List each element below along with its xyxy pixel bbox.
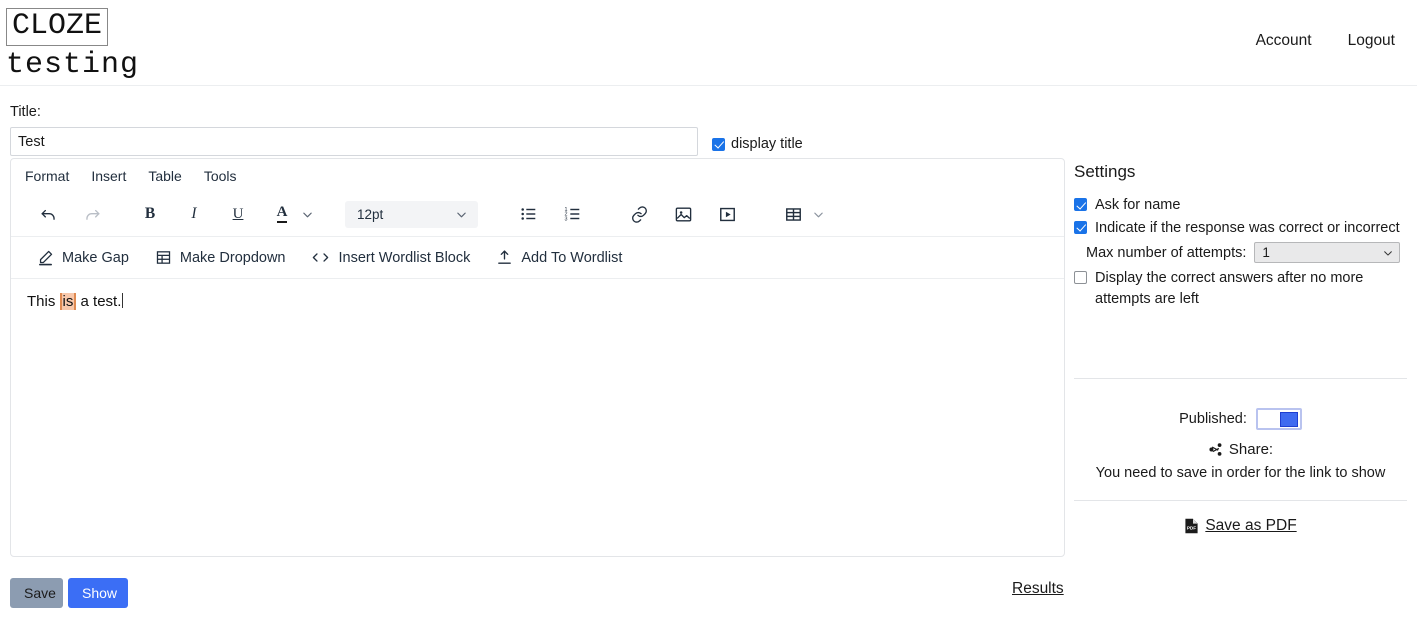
link-icon[interactable] [624,200,654,228]
results-link[interactable]: Results [1012,580,1064,598]
media-icon[interactable] [712,200,742,228]
display-answers-checkbox[interactable] [1074,271,1087,285]
menu-insert[interactable]: Insert [91,168,126,184]
published-toggle-knob [1279,411,1298,427]
save-button[interactable]: Save [10,578,63,608]
cloze-testing-editor-page: CLOZE testing Account Logout Title: disp… [0,0,1417,621]
image-icon[interactable] [668,200,698,228]
share-heading: Share: [1074,441,1407,458]
settings-panel: Settings Ask for name Indicate if the re… [1074,162,1407,311]
published-control: Published: [1074,408,1407,430]
editor-content-area[interactable]: This is a test. [11,279,1064,549]
editor-text-before: This [27,293,60,310]
upload-icon [496,249,513,266]
make-dropdown-button[interactable]: Make Dropdown [155,249,286,266]
app-header: CLOZE testing Account Logout [0,0,1417,86]
italic-label: I [191,205,197,222]
share-icon [1208,442,1223,457]
table-icon[interactable] [778,200,808,228]
redo-icon[interactable] [77,200,107,228]
show-button[interactable]: Show [68,578,128,608]
setting-indicate-correct[interactable]: Indicate if the response was correct or … [1074,218,1407,239]
save-as-pdf-label: Save as PDF [1205,517,1297,534]
display-title-checkbox[interactable] [712,137,725,151]
nav-logout-link[interactable]: Logout [1348,32,1395,50]
nav-account-link[interactable]: Account [1256,32,1312,50]
max-attempts-label: Max number of attempts: [1086,244,1247,261]
add-to-wordlist-button[interactable]: Add To Wordlist [496,249,622,266]
rich-text-editor-panel: Format Insert Table Tools B I U A 12pt 1… [10,158,1065,557]
italic-button[interactable]: I [179,200,209,228]
insert-wordlist-block-label: Insert Wordlist Block [338,249,471,266]
chevron-down-icon[interactable] [297,200,317,228]
editor-text-after: a test. [76,293,122,310]
settings-divider-top [1074,378,1407,379]
header-nav: Account Logout [1256,32,1395,50]
insert-wordlist-block-button[interactable]: Insert Wordlist Block [311,249,470,266]
make-gap-button[interactable]: Make Gap [37,249,129,266]
svg-text:3: 3 [564,216,567,222]
max-attempts-value: 1 [1262,245,1270,261]
app-logo[interactable]: CLOZE testing [6,8,139,80]
display-title-control[interactable]: display title [712,136,803,152]
add-to-wordlist-label: Add To Wordlist [521,249,623,266]
indicate-correct-checkbox[interactable] [1074,220,1087,234]
font-size-value: 12pt [357,206,384,222]
text-color-label: A [276,204,288,223]
max-attempts-select[interactable]: 1 [1254,242,1401,264]
pencil-underline-icon [37,249,54,266]
chevron-down-icon [1383,248,1393,258]
title-input[interactable] [10,127,698,156]
save-as-pdf-link[interactable]: PDF Save as PDF [1074,517,1407,535]
published-label: Published: [1179,411,1247,427]
setting-display-answers[interactable]: Display the correct answers after no mor… [1074,268,1407,309]
gap-token[interactable]: is [59,293,77,310]
underline-button[interactable]: U [223,200,253,228]
chevron-down-icon[interactable] [808,200,828,228]
make-dropdown-label: Make Dropdown [179,249,286,266]
undo-icon[interactable] [33,200,63,228]
published-toggle[interactable] [1255,408,1302,430]
settings-title: Settings [1074,162,1136,181]
numbered-list-icon[interactable]: 1 2 3 [558,200,588,228]
setting-max-attempts: Max number of attempts: 1 [1086,242,1407,264]
code-brackets-icon [311,249,330,266]
bold-label: B [144,205,156,222]
menu-format[interactable]: Format [25,168,69,184]
underline-label: U [232,205,244,222]
share-label: Share: [1228,441,1274,458]
menu-tools[interactable]: Tools [204,168,237,184]
editor-toolbar-primary: B I U A 12pt 1 2 3 [11,192,1064,237]
pdf-file-icon: PDF [1184,518,1199,534]
text-caret [122,293,124,308]
logo-cloze-text: CLOZE [6,8,109,46]
bullet-list-icon[interactable] [514,200,544,228]
bold-button[interactable]: B [135,200,165,228]
logo-testing-text: testing [6,48,140,82]
chevron-down-icon [456,209,467,220]
editor-toolbar-cloze: Make Gap Make Dropdown Insert Wordlist B… [11,237,1064,279]
share-note: You need to save in order for the link t… [1095,465,1386,481]
indicate-correct-label: Indicate if the response was correct or … [1095,219,1400,236]
display-answers-label: Display the correct answers after no mor… [1095,270,1364,307]
menu-table[interactable]: Table [148,168,181,184]
editor-menubar: Format Insert Table Tools [11,159,1064,192]
ask-for-name-checkbox[interactable] [1074,198,1087,211]
ask-for-name-label: Ask for name [1095,197,1181,213]
make-gap-label: Make Gap [62,249,129,266]
font-size-select[interactable]: 12pt [345,200,478,228]
title-label: Title: [10,104,41,120]
svg-text:PDF: PDF [1187,526,1196,531]
display-title-label: display title [731,136,803,152]
settings-divider-bottom [1074,500,1407,501]
dropdown-table-icon [155,249,172,266]
setting-ask-for-name[interactable]: Ask for name [1074,195,1407,216]
text-color-button[interactable]: A [267,200,297,228]
